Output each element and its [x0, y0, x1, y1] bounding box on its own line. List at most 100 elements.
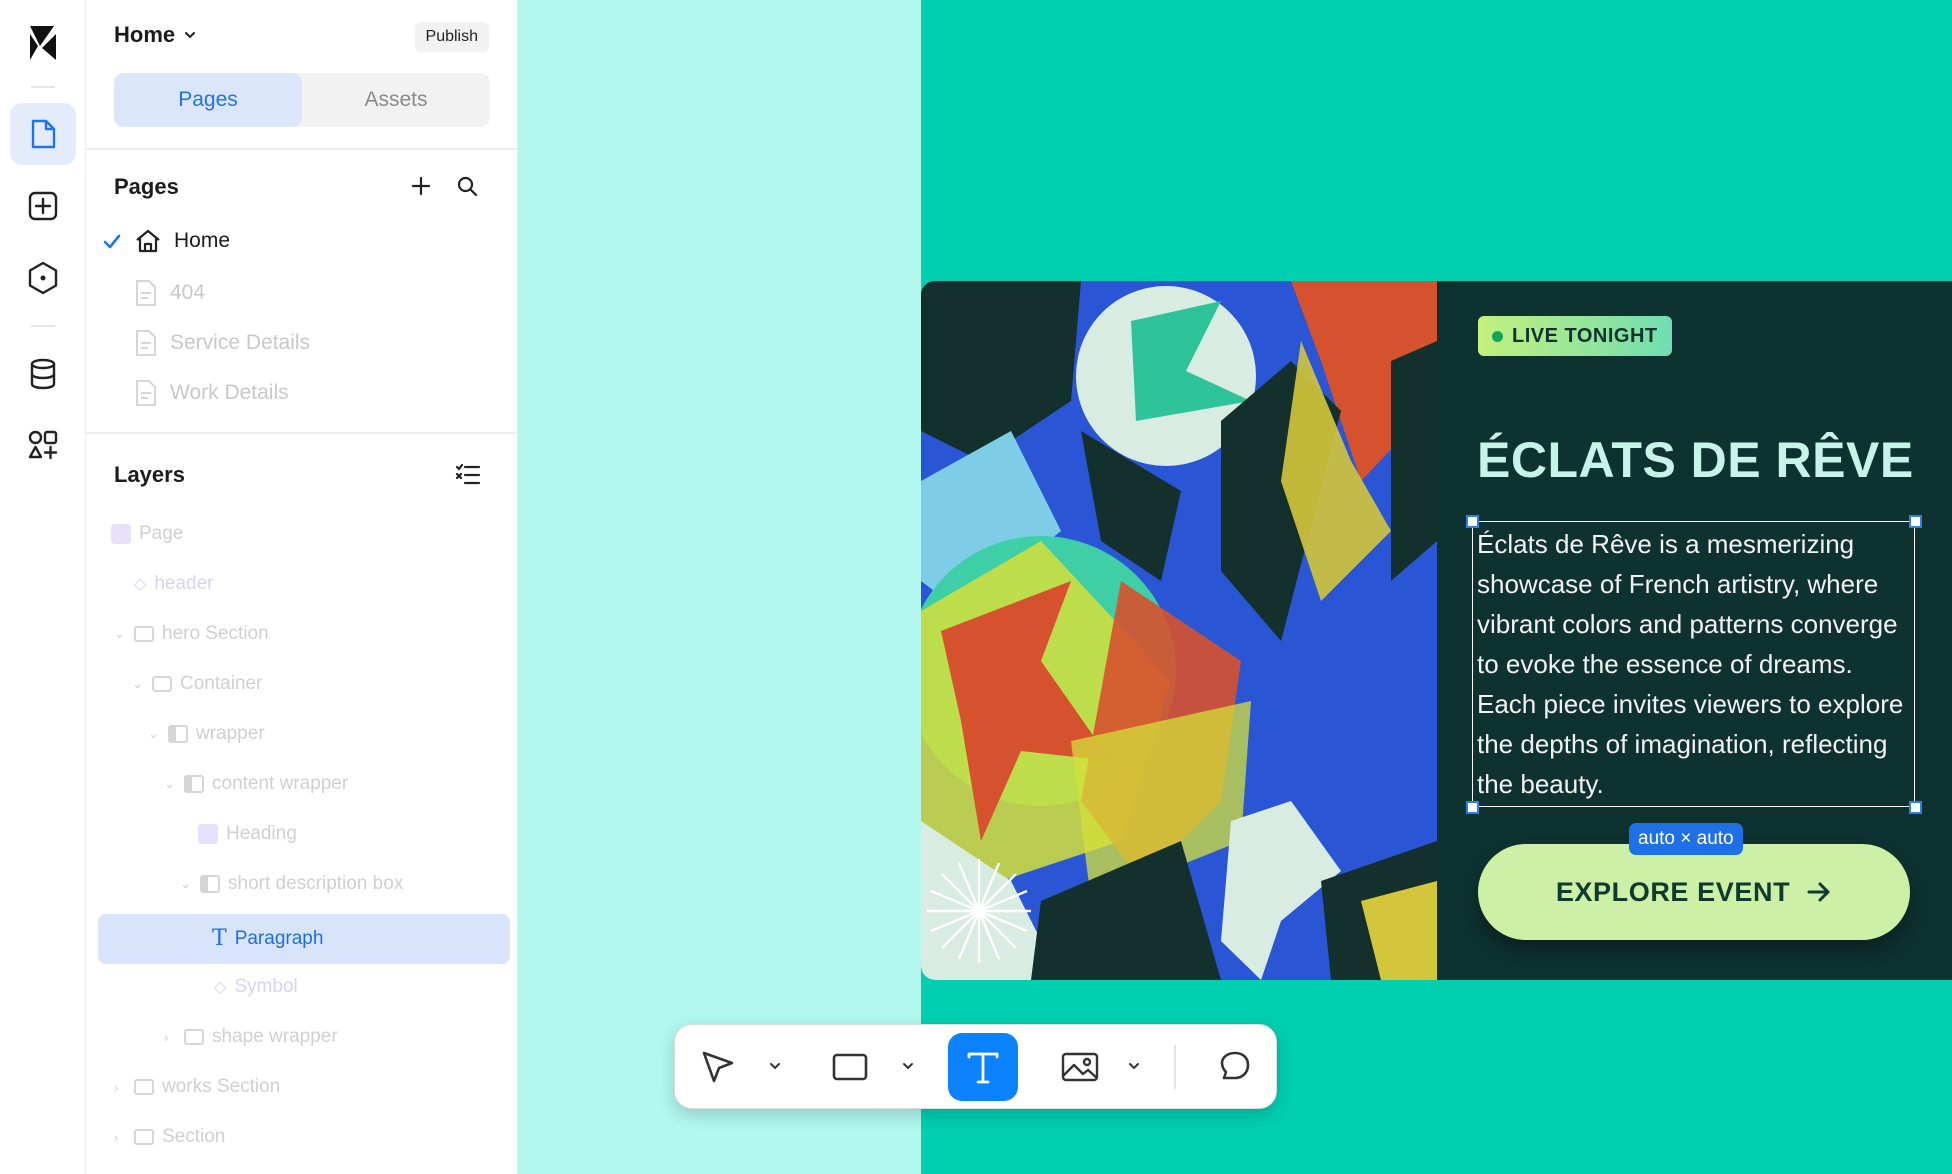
section-icon	[134, 1079, 154, 1095]
tab-pages[interactable]: Pages	[114, 73, 302, 127]
components-icon[interactable]	[10, 247, 76, 309]
pages-icon[interactable]	[10, 103, 76, 165]
section-icon	[134, 626, 154, 642]
panel-tabs: Pages Assets	[114, 73, 490, 127]
apps-icon[interactable]	[10, 414, 76, 476]
layer-item-hero-section[interactable]: ⌄ hero Section	[114, 623, 269, 645]
toolbar-divider	[1174, 1045, 1176, 1089]
layer-label: works Section	[162, 1076, 281, 1097]
chevron-down-icon[interactable]: ⌄	[114, 626, 126, 642]
project-title-dropdown[interactable]: Home	[114, 22, 197, 48]
layer-label: Section	[162, 1126, 226, 1147]
layer-label: header	[154, 573, 214, 594]
page-item-404[interactable]: 404	[134, 279, 205, 307]
chevron-right-icon[interactable]: ›	[164, 1030, 176, 1045]
cta-label: EXPLORE EVENT	[1555, 876, 1791, 907]
layer-item-heading[interactable]: Heading	[198, 823, 297, 845]
add-icon[interactable]	[10, 175, 76, 237]
layer-item-container[interactable]: ⌄ Container	[132, 673, 262, 695]
search-icon[interactable]	[456, 175, 478, 197]
resize-handle-top-left[interactable]	[1466, 515, 1479, 528]
chevron-down-icon[interactable]	[768, 1055, 782, 1077]
tab-assets[interactable]: Assets	[302, 73, 490, 127]
page-item-label: Work Details	[170, 381, 289, 404]
icon-rail	[0, 0, 86, 1174]
layer-label: Container	[180, 673, 263, 694]
comment-tool[interactable]	[1210, 1033, 1260, 1101]
chevron-down-icon[interactable]: ⌄	[148, 726, 160, 742]
page-icon	[136, 280, 156, 306]
arrow-right-icon	[1807, 882, 1830, 902]
layer-label: Paragraph	[234, 927, 324, 949]
layer-item-symbol[interactable]: ◇ Symbol	[214, 976, 298, 998]
text-icon: T	[212, 926, 227, 951]
live-badge-label: LIVE TONIGHT	[1512, 324, 1658, 347]
page-item-label: 404	[170, 281, 206, 304]
chevron-down-icon[interactable]: ⌄	[132, 676, 144, 692]
page-item-label: Service Details	[170, 331, 311, 354]
chevron-down-icon[interactable]	[1127, 1055, 1141, 1077]
stack-icon	[200, 875, 220, 893]
check-icon	[103, 234, 121, 249]
database-icon[interactable]	[10, 343, 76, 405]
layer-item-short-description-box[interactable]: ⌄ short description box	[180, 873, 403, 895]
live-badge: LIVE TONIGHT	[1478, 316, 1672, 356]
pages-section-title: Pages	[114, 174, 179, 199]
pointer-icon	[702, 1051, 734, 1083]
page-icon	[136, 380, 156, 406]
symbol-icon: ◇	[134, 576, 147, 593]
logo-icon[interactable]	[10, 12, 76, 74]
chevron-down-icon[interactable]: ⌄	[164, 776, 176, 792]
layer-item-wrapper[interactable]: ⌄ wrapper	[148, 723, 265, 745]
live-dot-icon	[1492, 331, 1503, 342]
rectangle-tool[interactable]	[825, 1033, 875, 1101]
layer-item-header[interactable]: ◇ header	[134, 573, 213, 595]
side-panel: Home Publish Pages Assets Pages Home 404…	[86, 0, 518, 1174]
layer-item-page[interactable]: Page	[111, 523, 183, 545]
layer-label: shape wrapper	[212, 1026, 338, 1047]
rectangle-icon	[832, 1053, 868, 1081]
section-icon	[134, 1129, 154, 1145]
project-title: Home	[114, 22, 176, 47]
event-artwork[interactable]	[921, 281, 1437, 980]
chevron-down-icon[interactable]	[901, 1055, 915, 1077]
rail-divider	[31, 325, 55, 327]
explore-event-button[interactable]: EXPLORE EVENT	[1478, 844, 1910, 940]
page-item-label: Home	[174, 229, 231, 252]
layer-label: content wrapper	[212, 773, 349, 794]
text-tool[interactable]	[948, 1033, 1018, 1101]
page-item-home[interactable]: Home	[134, 228, 230, 254]
selection-box[interactable]	[1472, 521, 1915, 807]
rail-divider	[31, 86, 55, 88]
resize-handle-bottom-left[interactable]	[1466, 801, 1479, 814]
chevron-down-icon[interactable]: ⌄	[180, 876, 192, 892]
layers-filter-icon[interactable]	[455, 463, 481, 487]
image-tool[interactable]	[1055, 1033, 1105, 1101]
image-icon	[1061, 1052, 1099, 1082]
layer-item-section[interactable]: › Section	[114, 1126, 225, 1148]
page-icon	[136, 330, 156, 356]
layer-item-works-section[interactable]: › works Section	[114, 1076, 280, 1098]
layer-label: wrapper	[196, 723, 265, 744]
canvas-viewport-left[interactable]	[518, 0, 921, 1174]
page-item-work-details[interactable]: Work Details	[134, 379, 289, 407]
layer-item-shape-wrapper[interactable]: › shape wrapper	[164, 1026, 338, 1048]
layer-item-content-wrapper[interactable]: ⌄ content wrapper	[164, 773, 348, 795]
pointer-tool[interactable]	[693, 1033, 743, 1101]
add-page-icon[interactable]	[410, 175, 432, 197]
container-icon	[184, 1029, 204, 1045]
size-indicator: auto × auto	[1629, 823, 1743, 855]
resize-handle-top-right[interactable]	[1909, 515, 1922, 528]
event-heading[interactable]: ÉCLATS DE RÊVE	[1477, 431, 1914, 489]
page-item-service-details[interactable]: Service Details	[134, 329, 310, 357]
layer-label: hero Section	[162, 623, 269, 644]
publish-button[interactable]: Publish	[414, 22, 489, 52]
home-icon	[136, 229, 160, 253]
chevron-right-icon[interactable]: ›	[114, 1130, 126, 1145]
chevron-right-icon[interactable]: ›	[114, 1080, 126, 1095]
event-card[interactable]: LIVE TONIGHT ÉCLATS DE RÊVE Éclats de Rê…	[921, 281, 1952, 980]
layers-section-title: Layers	[114, 462, 185, 487]
resize-handle-bottom-right[interactable]	[1909, 801, 1922, 814]
heading-icon	[198, 824, 218, 844]
layer-item-paragraph[interactable]: T Paragraph	[212, 926, 323, 951]
